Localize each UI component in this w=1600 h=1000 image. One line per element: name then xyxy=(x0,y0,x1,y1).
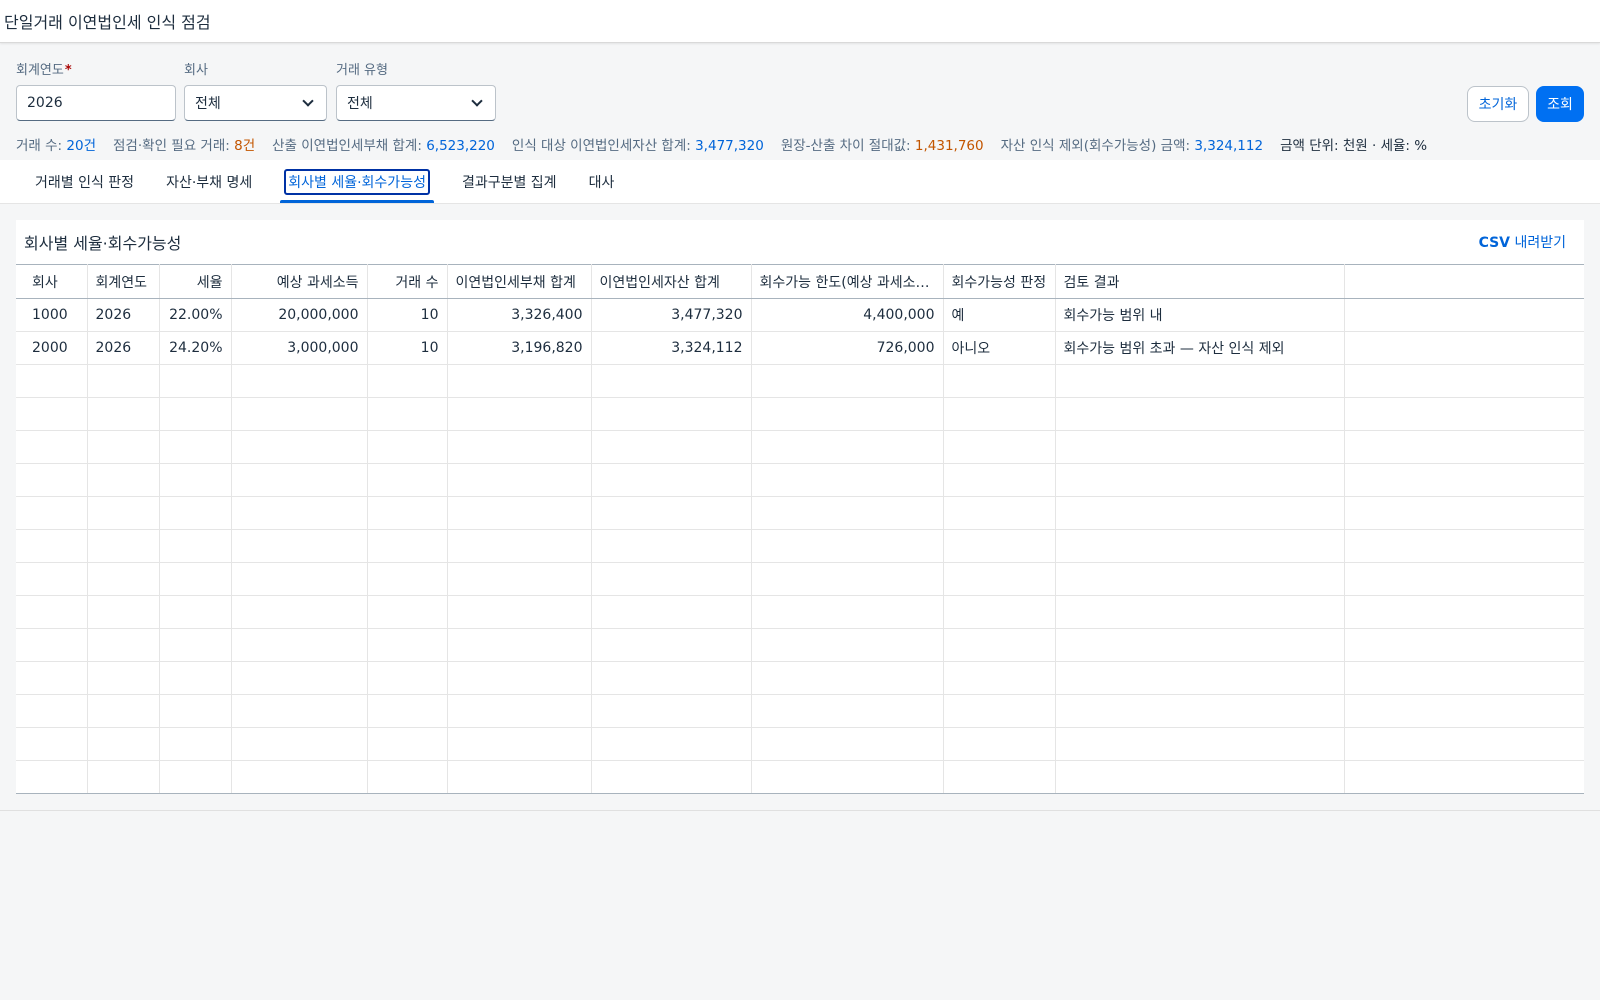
col-header-recoverable-limit[interactable]: 회수가능 한도(예상 과세소득 × 세율) xyxy=(751,264,944,299)
table-row[interactable]: 2000 2026 24.20% 3,000,000 10 3,196,820 3,324,… xyxy=(16,331,1584,365)
cell-recoverability: 아니오 xyxy=(943,331,1056,365)
panel-title: 회사별 세율·회수가능성 xyxy=(24,234,182,253)
txn-count-value: 20건 xyxy=(66,138,97,154)
tab-result-summary[interactable]: 결과구분별 집계 xyxy=(446,160,573,203)
page-title: 단일거래 이연법인세 인식 점검 xyxy=(4,13,211,32)
table-row xyxy=(16,364,1584,398)
col-header-review-result[interactable]: 검토 결과 xyxy=(1055,264,1345,299)
unit-note: 금액 단위: 천원 · 세율: % xyxy=(1280,138,1428,154)
table-row xyxy=(16,430,1584,464)
table-row xyxy=(16,595,1584,629)
cell-taxable-income: 3,000,000 xyxy=(231,331,368,365)
table-row xyxy=(16,562,1584,596)
fiscal-year-field: 회계연도* 2026 xyxy=(16,59,176,121)
col-header-dta-total[interactable]: 이연법인세자산 합계 xyxy=(591,264,752,299)
table-row xyxy=(16,496,1584,530)
search-button[interactable]: 조회 xyxy=(1536,86,1584,122)
cell-review-result: 회수가능 범위 내 xyxy=(1055,298,1345,332)
cell-rate: 24.20% xyxy=(159,331,232,365)
table-row xyxy=(16,694,1584,728)
col-header-rate[interactable]: 세율 xyxy=(159,264,232,299)
excluded-value: 3,324,112 xyxy=(1194,138,1264,154)
cell-recoverability: 예 xyxy=(943,298,1056,332)
table-row xyxy=(16,661,1584,695)
fiscal-year-label: 회계연도 xyxy=(16,63,64,78)
cell-year: 2026 xyxy=(87,298,160,332)
cell-txn-count: 10 xyxy=(367,331,448,365)
company-select[interactable]: 전체 xyxy=(184,85,327,121)
cell-dta-total: 3,477,320 xyxy=(591,298,752,332)
chevron-down-icon xyxy=(471,95,483,107)
tab-asset-liability[interactable]: 자산·부채 명세 xyxy=(150,160,268,203)
cell-dtl-total: 3,196,820 xyxy=(447,331,592,365)
company-label: 회사 xyxy=(184,63,208,78)
cell-company: 2000 xyxy=(16,331,88,365)
shell-bar: 단일거래 이연법인세 인식 점검 xyxy=(0,0,1600,43)
col-header-txn-count[interactable]: 거래 수 xyxy=(367,264,448,299)
fiscal-year-input[interactable]: 2026 xyxy=(16,85,176,121)
cell-txn-count: 10 xyxy=(367,298,448,332)
filter-bar: 회계연도* 2026 회사 전체 거래 유형 전체 xyxy=(0,43,1600,128)
tab-bar: 거래별 인식 판정 자산·부채 명세 회사별 세율·회수가능성 결과구분별 집계… xyxy=(0,160,1600,204)
table-row xyxy=(16,628,1584,662)
txn-type-label: 거래 유형 xyxy=(336,63,388,78)
reset-button[interactable]: 초기화 xyxy=(1467,86,1529,122)
cell-dtl-total: 3,326,400 xyxy=(447,298,592,332)
cell-recoverable-limit: 726,000 xyxy=(751,331,944,365)
table-row xyxy=(16,760,1584,794)
col-header-company[interactable]: 회사 xyxy=(16,264,88,299)
col-header-recoverability[interactable]: 회수가능성 판정 xyxy=(943,264,1056,299)
cell-recoverable-limit: 4,400,000 xyxy=(751,298,944,332)
txn-type-select[interactable]: 전체 xyxy=(336,85,496,121)
table-row xyxy=(16,727,1584,761)
check-needed-value: 8건 xyxy=(234,138,256,154)
cell-review-result: 회수가능 범위 초과 — 자산 인식 제외 xyxy=(1055,331,1345,365)
col-header-dtl-total[interactable]: 이연법인세부채 합계 xyxy=(447,264,592,299)
txn-type-field: 거래 유형 전체 xyxy=(336,59,496,121)
cell-year: 2026 xyxy=(87,331,160,365)
tab-reconciliation[interactable]: 대사 xyxy=(573,160,631,203)
calc-dtl-value: 6,523,220 xyxy=(426,138,495,154)
required-marker: * xyxy=(64,63,72,78)
company-rate-table: 회사 회계연도 세율 예상 과세소득 거래 수 이연법인세부채 합계 이연법인세… xyxy=(16,264,1584,794)
table-row xyxy=(16,529,1584,563)
summary-bar: 거래 수: 20건 점검·확인 필요 거래: 8건 산출 이연법인세부채 합계:… xyxy=(0,128,1600,160)
table-row xyxy=(16,397,1584,431)
company-rate-panel: 회사별 세율·회수가능성 CSV 내려받기 회사 회계연도 세율 예상 과세소득… xyxy=(16,220,1584,794)
col-header-taxable-income[interactable]: 예상 과세소득 xyxy=(231,264,368,299)
cell-taxable-income: 20,000,000 xyxy=(231,298,368,332)
cell-dta-total: 3,324,112 xyxy=(591,331,752,365)
chevron-down-icon xyxy=(302,95,314,107)
company-field: 회사 전체 xyxy=(184,59,327,121)
table-header-row: 회사 회계연도 세율 예상 과세소득 거래 수 이연법인세부채 합계 이연법인세… xyxy=(16,264,1584,299)
col-header-year[interactable]: 회계연도 xyxy=(87,264,160,299)
table-row xyxy=(16,463,1584,497)
tab-company-rate[interactable]: 회사별 세율·회수가능성 xyxy=(268,160,446,203)
table-row[interactable]: 1000 2026 22.00% 20,000,000 10 3,326,400 3,477… xyxy=(16,298,1584,332)
cell-rate: 22.00% xyxy=(159,298,232,332)
dta-value: 3,477,320 xyxy=(695,138,764,154)
tab-txn-judgement[interactable]: 거래별 인식 판정 xyxy=(19,160,150,203)
cell-company: 1000 xyxy=(16,298,88,332)
csv-download-link[interactable]: CSV 내려받기 xyxy=(1479,232,1566,252)
diff-value: 1,431,760 xyxy=(914,138,984,154)
